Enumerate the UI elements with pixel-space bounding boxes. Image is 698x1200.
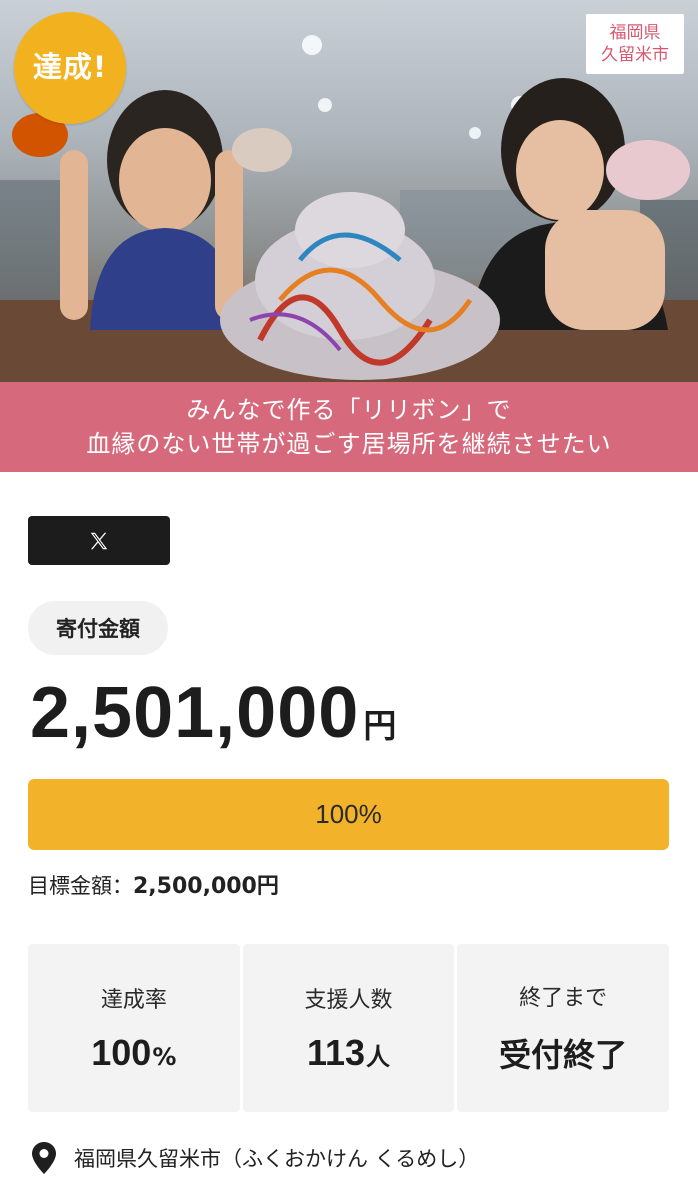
achieved-badge: 達成! <box>14 12 126 124</box>
hero-caption-line2: 血縁のない世帯が過ごす居場所を継続させたい <box>86 430 612 458</box>
progress-bar-text: 100% <box>315 799 382 829</box>
hero-caption-line1: みんなで作る「リリボン」で <box>186 396 512 424</box>
location[interactable]: 福岡県久留米市（ふくおかけん くるめし） <box>32 1142 479 1174</box>
donation-amount-value: 2,501,000 <box>30 673 360 753</box>
region-prefecture: 福岡県 <box>609 23 661 43</box>
hero-banner: 達成! 福岡県 久留米市 みんなで作る「リリボン」で 血縁のない世帯が過ごす居場… <box>0 0 698 472</box>
donation-amount-label: 寄付金額 <box>28 601 168 655</box>
stat-time-remaining: 終了まで 受付終了 <box>457 944 670 1112</box>
region-tag: 福岡県 久留米市 <box>586 14 684 74</box>
goal-amount: 目標金額： 2,500,000円 <box>28 868 279 900</box>
stat-label: 支援人数 <box>304 988 393 1013</box>
stat-supporters: 支援人数 113 人 <box>242 944 455 1112</box>
stat-label: 終了まで <box>519 986 608 1011</box>
stat-unit: % <box>152 1043 177 1071</box>
stat-unit: 人 <box>366 1043 391 1071</box>
x-share-button[interactable] <box>28 516 170 565</box>
hero-caption: みんなで作る「リリボン」で 血縁のない世帯が過ごす居場所を継続させたい <box>0 382 698 472</box>
location-text: 福岡県久留米市（ふくおかけん くるめし） <box>74 1147 480 1171</box>
stat-value: 113 人 <box>307 1032 390 1074</box>
goal-amount-label: 目標金額： <box>28 874 133 898</box>
stat-value: 受付終了 <box>499 1030 627 1076</box>
donation-amount-unit: 円 <box>363 706 397 745</box>
map-pin-icon <box>32 1142 56 1174</box>
x-logo-icon <box>90 532 108 549</box>
progress-bar: 100% <box>28 779 669 850</box>
stat-status: 受付終了 <box>499 1036 628 1074</box>
goal-amount-value: 2,500,000円 <box>133 874 279 899</box>
region-city: 久留米市 <box>601 45 669 65</box>
achieved-badge-label: 達成! <box>32 50 108 84</box>
stat-achievement-rate: 達成率 100 % <box>28 944 240 1112</box>
stat-number: 100 <box>91 1032 152 1073</box>
stat-label: 達成率 <box>100 988 167 1013</box>
stat-value: 100 % <box>91 1032 176 1074</box>
donation-amount: 2,501,000 円 <box>30 672 396 754</box>
stat-number: 113 <box>306 1032 366 1073</box>
stats-panel: 達成率 100 % 支援人数 113 人 終了まで 受付終了 <box>28 944 670 1112</box>
